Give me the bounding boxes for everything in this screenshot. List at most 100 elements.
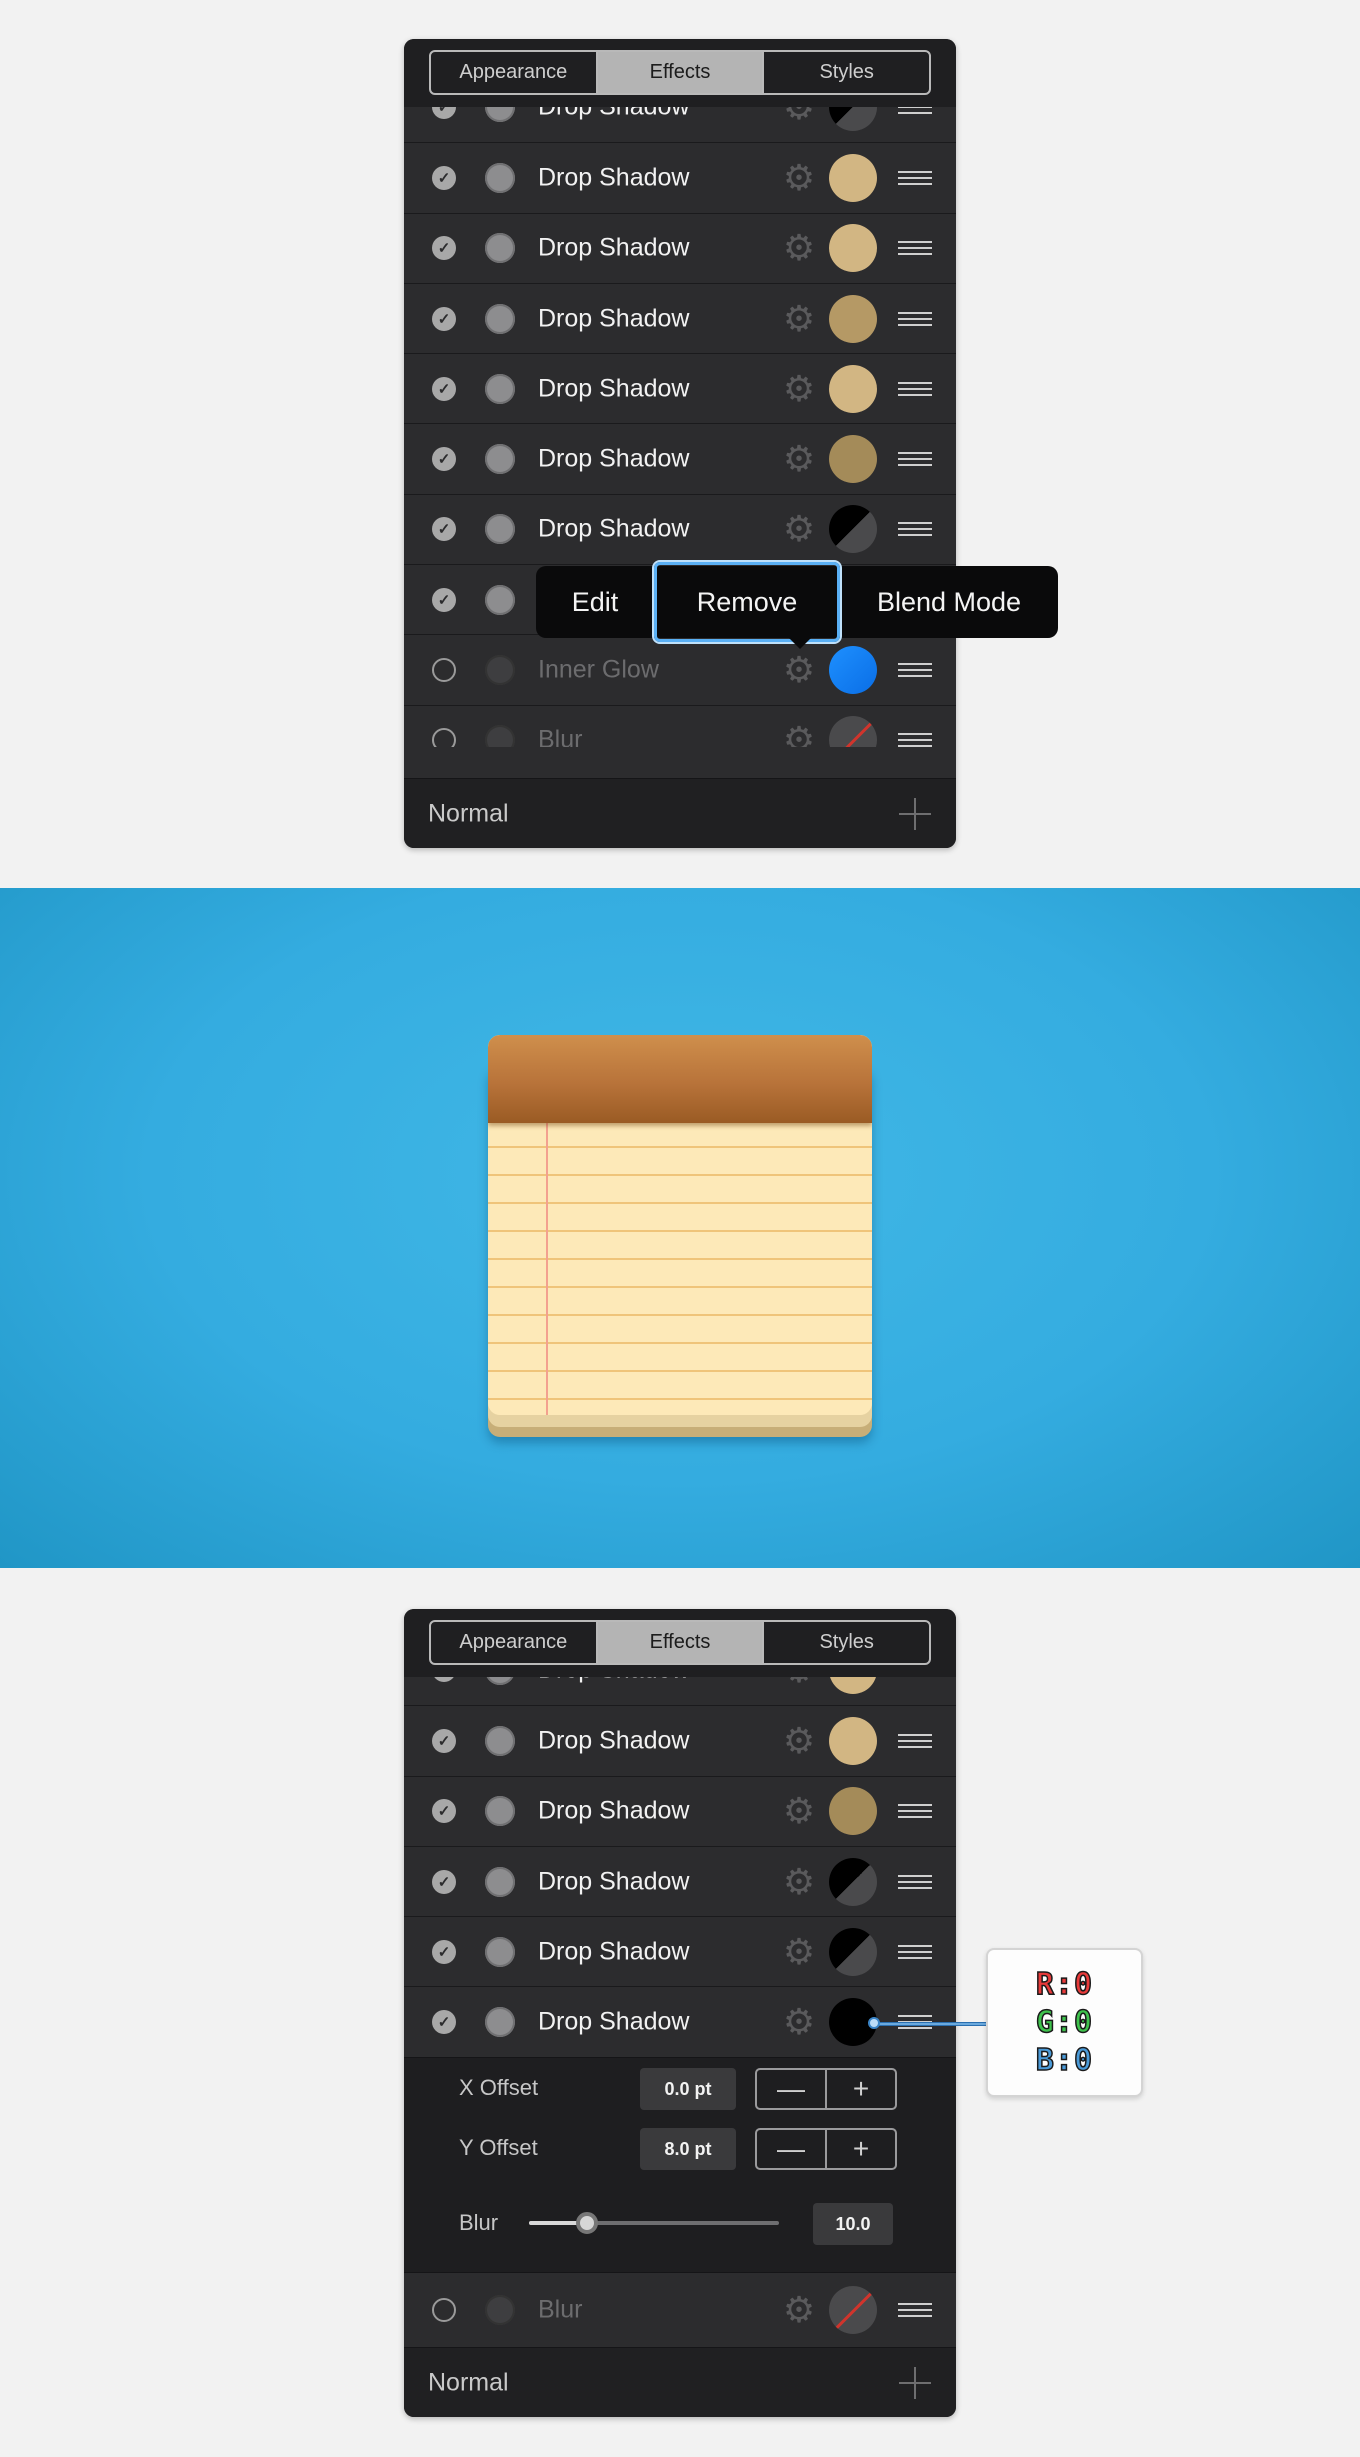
effect-row[interactable]: ✓ Drop Shadow ⚙ [404, 142, 956, 213]
gear-icon[interactable]: ⚙ [781, 511, 817, 547]
gear-icon[interactable]: ⚙ [781, 722, 817, 747]
gear-icon[interactable]: ⚙ [781, 1677, 817, 1688]
check-icon[interactable]: ✓ [432, 1728, 456, 1753]
check-icon[interactable]: ✓ [432, 165, 456, 190]
effect-toggle[interactable] [485, 107, 515, 123]
gear-icon[interactable]: ⚙ [781, 300, 817, 337]
check-icon[interactable]: ✓ [432, 1677, 456, 1683]
blur-slider[interactable] [529, 2212, 779, 2234]
effect-row[interactable]: ✓ Drop Shadow ⚙ [404, 1677, 956, 1706]
color-swatch[interactable] [829, 153, 877, 202]
drag-handle-icon[interactable] [898, 522, 932, 537]
x-offset-field[interactable]: 0.0 pt [640, 2068, 736, 2110]
check-icon[interactable]: ✓ [432, 306, 456, 331]
drag-handle-icon[interactable] [898, 2303, 932, 2317]
effect-row[interactable]: ✓ Drop Shadow ⚙ [404, 107, 956, 143]
tab-styles[interactable]: Styles [764, 1622, 929, 1663]
effect-row[interactable]: ✓ Drop Shadow ⚙ [404, 1775, 956, 1846]
effect-toggle[interactable] [485, 303, 515, 334]
gear-icon[interactable]: ⚙ [781, 2004, 817, 2040]
plus-icon[interactable] [899, 2366, 931, 2399]
effect-row[interactable]: ✓ Drop Shadow ⚙ [404, 493, 956, 565]
blur-value-field[interactable]: 10.0 [813, 2203, 893, 2245]
effect-toggle[interactable] [485, 655, 515, 686]
drag-handle-icon[interactable] [898, 733, 932, 747]
check-icon[interactable] [432, 658, 456, 683]
context-menu-remove[interactable]: Remove [654, 562, 840, 642]
gear-icon[interactable]: ⚙ [781, 1793, 817, 1829]
x-offset-increment-button[interactable]: + [827, 2070, 895, 2108]
check-icon[interactable]: ✓ [432, 236, 456, 261]
effect-row[interactable]: ✓ Drop Shadow ⚙ [404, 1916, 956, 1987]
effect-toggle[interactable] [485, 2007, 515, 2038]
gear-icon[interactable]: ⚙ [781, 107, 817, 125]
gear-icon[interactable]: ⚙ [781, 1933, 817, 1970]
effect-toggle[interactable] [485, 162, 515, 193]
gear-icon[interactable]: ⚙ [781, 1722, 817, 1759]
check-icon[interactable]: ✓ [432, 2010, 456, 2035]
color-swatch[interactable] [829, 364, 877, 413]
tab-effects[interactable]: Effects [597, 52, 765, 93]
drag-handle-icon[interactable] [898, 663, 932, 678]
drag-handle-icon[interactable] [898, 1733, 932, 1748]
effect-toggle[interactable] [485, 2295, 515, 2325]
effect-row[interactable]: Inner Glow ⚙ [404, 634, 956, 705]
effect-toggle[interactable] [485, 233, 515, 264]
y-offset-field[interactable]: 8.0 pt [640, 2128, 736, 2170]
effect-toggle[interactable] [485, 514, 515, 545]
drag-handle-icon[interactable] [898, 107, 932, 115]
effect-toggle[interactable] [485, 373, 515, 404]
check-icon[interactable]: ✓ [432, 376, 456, 401]
drag-handle-icon[interactable] [898, 170, 932, 185]
drag-handle-icon[interactable] [898, 241, 932, 256]
drag-handle-icon[interactable] [898, 311, 932, 326]
context-menu-blend-mode[interactable]: Blend Mode [840, 566, 1058, 638]
color-swatch[interactable] [829, 2286, 877, 2334]
check-icon[interactable]: ✓ [432, 447, 456, 472]
effect-toggle[interactable] [485, 444, 515, 475]
gear-icon[interactable]: ⚙ [781, 2292, 817, 2328]
check-icon[interactable] [432, 728, 456, 747]
effect-row[interactable]: ✓ Drop Shadow ⚙ [404, 1845, 956, 1917]
color-swatch[interactable] [829, 505, 877, 554]
color-swatch[interactable] [829, 1677, 877, 1695]
effect-row[interactable]: ✓ Drop Shadow ⚙ [404, 423, 956, 494]
effect-row-blur[interactable]: Blur ⚙ [404, 2272, 956, 2347]
effect-row[interactable]: ✓ Drop Shadow ⚙ [404, 212, 956, 283]
blend-mode-label[interactable]: Normal [428, 799, 509, 828]
gear-icon[interactable]: ⚙ [781, 370, 817, 407]
effect-toggle[interactable] [485, 1725, 515, 1756]
color-swatch[interactable] [829, 1716, 877, 1765]
color-swatch[interactable] [829, 716, 877, 747]
drag-handle-icon[interactable] [898, 1874, 932, 1889]
color-swatch[interactable] [829, 1857, 877, 1906]
color-swatch[interactable] [829, 107, 877, 132]
effect-row[interactable]: ✓ Drop Shadow ⚙ [404, 353, 956, 424]
drag-handle-icon[interactable] [898, 1944, 932, 1959]
effect-toggle[interactable] [485, 1936, 515, 1967]
blur-slider-knob[interactable] [575, 2212, 598, 2234]
tab-styles[interactable]: Styles [764, 52, 929, 93]
effect-toggle[interactable] [485, 1677, 515, 1686]
color-swatch[interactable] [829, 224, 877, 273]
effect-row[interactable]: ✓ Drop Shadow ⚙ [404, 1705, 956, 1776]
color-swatch[interactable] [829, 646, 877, 695]
gear-icon[interactable]: ⚙ [781, 1863, 817, 1900]
effect-toggle[interactable] [485, 725, 515, 747]
gear-icon[interactable]: ⚙ [781, 652, 817, 688]
context-menu-edit[interactable]: Edit [536, 566, 654, 638]
check-icon[interactable]: ✓ [432, 1869, 456, 1894]
gear-icon[interactable]: ⚙ [781, 159, 817, 196]
check-icon[interactable]: ✓ [432, 517, 456, 542]
check-icon[interactable] [432, 2298, 456, 2322]
drag-handle-icon[interactable] [898, 452, 932, 467]
drag-handle-icon[interactable] [898, 1804, 932, 1819]
gear-icon[interactable]: ⚙ [781, 441, 817, 477]
effect-row[interactable]: Blur ⚙ [404, 704, 956, 747]
check-icon[interactable]: ✓ [432, 587, 456, 612]
tab-effects[interactable]: Effects [597, 1622, 765, 1663]
effect-toggle[interactable] [485, 1866, 515, 1897]
effect-row[interactable]: ✓ Drop Shadow ⚙ [404, 282, 956, 354]
color-swatch[interactable] [829, 435, 877, 484]
check-icon[interactable]: ✓ [432, 107, 456, 120]
